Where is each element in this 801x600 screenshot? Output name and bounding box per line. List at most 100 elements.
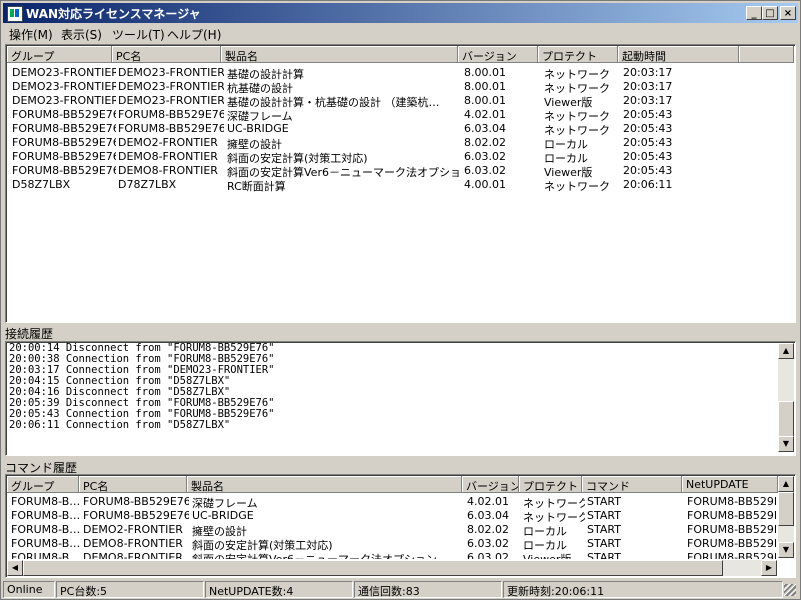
cell-start-time: 20:05:43 xyxy=(623,164,673,177)
cell-start-time: 20:06:11 xyxy=(623,178,673,191)
cell-group: FORUM8-BB529E76 xyxy=(12,108,116,121)
cmd-cell-group: FORUM8-B… xyxy=(11,551,81,559)
cell-version: 8.00.01 xyxy=(464,94,506,107)
table-row[interactable]: DEMO23-FRONTIER DEMO23-FRONTIER 基礎の設計計算 8.0… xyxy=(7,66,792,81)
cmd-cell-group: FORUM8-B… xyxy=(11,537,81,550)
cmd-scroll-up-arrow-icon[interactable]: ▲ xyxy=(778,476,794,492)
connection-log-scrollbar[interactable]: ▲ ▼ xyxy=(778,343,794,452)
cmd-cell-protect: Viewer版 xyxy=(523,551,585,559)
cell-start-time: 20:03:17 xyxy=(623,80,673,93)
app-icon[interactable] xyxy=(7,6,23,22)
table-row[interactable]: D58Z7LBX D78Z7LBX RC断面計算 4.00.01 ネットワーク 20:06… xyxy=(7,178,792,193)
menu-view[interactable]: 表示(S) xyxy=(61,26,102,43)
table-row[interactable]: FORUM8-BB529E76 FORUM8-BB529E76 深礎フレーム 4.02… xyxy=(7,108,792,123)
status-pc-count: PC台数:5 xyxy=(56,581,204,598)
cmd-cell-pc-name: DEMO2-FRONTIER xyxy=(83,523,183,536)
cmd-vscroll-thumb[interactable] xyxy=(778,492,794,526)
log-line: 20:06:11 Connection from "D58Z7LBX" xyxy=(9,419,231,431)
license-list-header: グループ PC名 製品名 バージョン プロテクト 起動時間 xyxy=(7,46,794,63)
cmd-cell-group: FORUM8-B… xyxy=(11,523,81,536)
command-list-vscrollbar[interactable]: ▲ ▼ xyxy=(778,476,794,558)
table-row[interactable]: FORUM8-BB529E76 FORUM8-BB529E76 UC-BRIDGE 6… xyxy=(7,122,792,137)
cmd-cell-version: 4.02.01 xyxy=(467,495,509,508)
maximize-button[interactable]: □ xyxy=(762,6,778,20)
cell-version: 6.03.02 xyxy=(464,164,506,177)
cell-start-time: 20:05:43 xyxy=(623,122,673,135)
cell-version: 6.03.04 xyxy=(464,122,506,135)
scroll-thumb[interactable] xyxy=(778,401,794,437)
cell-group: FORUM8-BB529E76 xyxy=(12,136,116,149)
col-group[interactable]: グループ xyxy=(7,46,112,63)
status-online: Online xyxy=(3,581,55,598)
table-row[interactable]: FORUM8-B… FORUM8-BB529E76 深礎フレーム 4.02.01 ネット… xyxy=(7,495,776,510)
command-history-list[interactable]: グループ PC名 製品名 バージョン プロテクト コマンド NetUPDATE … xyxy=(5,474,796,578)
cmd-cell-version: 6.03.02 xyxy=(467,551,509,559)
menu-help[interactable]: ヘルプ(H) xyxy=(167,26,221,43)
cell-group: DEMO23-FRONTIER xyxy=(12,80,116,93)
cell-version: 8.00.01 xyxy=(464,66,506,79)
status-update-time: 更新時刻:20:06:11 xyxy=(503,581,783,598)
cell-version: 8.00.01 xyxy=(464,80,506,93)
col-pc-name[interactable]: PC名 xyxy=(112,46,221,63)
menu-tools[interactable]: ツール(T) xyxy=(112,26,165,43)
cmd-scroll-right-arrow-icon[interactable]: ▶ xyxy=(761,560,777,576)
col-start-time[interactable]: 起動時間 xyxy=(618,46,739,63)
table-row[interactable]: FORUM8-B…DEMO8-FRONTIER 斜面の安定計算Ver6－ニューマー… xyxy=(7,551,776,559)
cell-pc-name: DEMO23-FRONTIER xyxy=(118,94,224,107)
license-list[interactable]: グループ PC名 製品名 バージョン プロテクト 起動時間 DEMO23-FRO… xyxy=(5,44,796,323)
cmd-hscroll-thumb[interactable] xyxy=(23,560,723,576)
resize-grip-icon[interactable] xyxy=(784,584,796,596)
command-list-hscrollbar[interactable]: ◀ ▶ xyxy=(7,560,777,576)
cmd-cell-version: 6.03.04 xyxy=(467,509,509,522)
col-protect[interactable]: プロテクト xyxy=(538,46,618,63)
cell-group: FORUM8-BB529E76 xyxy=(12,164,116,177)
status-comm-count: 通信回数:83 xyxy=(354,581,502,598)
table-row[interactable]: DEMO23-FRONTIER DEMO23-FRONTIER 杭基礎の設計 8.00… xyxy=(7,80,792,95)
table-row[interactable]: FORUM8-BB529E76 DEMO2-FRONTIER 擁壁の設計 8.02.0… xyxy=(7,136,792,151)
cmd-cell-pc-name: DEMO8-FRONTIER xyxy=(83,537,183,550)
cell-pc-name: DEMO23-FRONTIER xyxy=(118,66,224,79)
col-filler xyxy=(739,46,794,63)
cell-group: FORUM8-BB529E76 xyxy=(12,150,116,163)
cmd-cell-group: FORUM8-B… xyxy=(11,495,81,508)
scroll-up-arrow-icon[interactable]: ▲ xyxy=(778,343,794,359)
cell-group: D58Z7LBX xyxy=(12,178,71,191)
cmd-cell-command: START xyxy=(587,537,621,550)
close-button[interactable]: × xyxy=(780,6,796,20)
table-row[interactable]: FORUM8-B… DEMO2-FRONTIER 擁壁の設計 8.02.02 ローカル S… xyxy=(7,523,776,538)
col-product[interactable]: 製品名 xyxy=(221,46,458,63)
cell-start-time: 20:05:43 xyxy=(623,108,673,121)
menu-operation[interactable]: 操作(M) xyxy=(9,26,53,43)
cmd-cell-netupdate: FORUM8-BB529E76 xyxy=(687,551,776,559)
cmd-cell-command: START xyxy=(587,495,621,508)
cell-group: DEMO23-FRONTIER xyxy=(12,94,116,107)
cell-start-time: 20:05:43 xyxy=(623,136,673,149)
cell-product: UC-BRIDGE xyxy=(227,122,289,135)
cmd-cell-product: UC-BRIDGE xyxy=(192,509,254,522)
table-row[interactable]: FORUM8-BB529E76 DEMO8-FRONTIER 斜面の安定計算(対策工… xyxy=(7,150,792,165)
table-row[interactable]: FORUM8-B… DEMO8-FRONTIER 斜面の安定計算(対策工対応) 6.0… xyxy=(7,537,776,552)
app-window: WAN対応ライセンスマネージャ _ □ × 操作(M) 表示(S) ツール(T)… xyxy=(0,0,801,600)
cmd-cell-command: START xyxy=(587,523,621,536)
scroll-down-arrow-icon[interactable]: ▼ xyxy=(778,436,794,452)
connection-history-log[interactable]: 20:00:14 Disconnect from "FORUM8-BB529E7… xyxy=(5,341,796,456)
table-row[interactable]: FORUM8-BB529E76 DEMO8-FRONTIER 斜面の安定計算Ver6… xyxy=(7,164,792,179)
cell-version: 4.02.01 xyxy=(464,108,506,121)
cmd-cell-command: START xyxy=(587,509,621,522)
cell-start-time: 20:05:43 xyxy=(623,150,673,163)
minimize-button[interactable]: _ xyxy=(746,6,762,20)
cell-start-time: 20:03:17 xyxy=(623,66,673,79)
cmd-scroll-down-arrow-icon[interactable]: ▼ xyxy=(778,542,794,558)
cell-pc-name: DEMO8-FRONTIER xyxy=(118,150,218,163)
table-row[interactable]: DEMO23-FRONTIER DEMO23-FRONTIER 基礎の設計計算・杭基… xyxy=(7,94,792,109)
cmd-cell-version: 8.02.02 xyxy=(467,523,509,536)
col-version[interactable]: バージョン xyxy=(458,46,538,63)
cmd-scroll-left-arrow-icon[interactable]: ◀ xyxy=(7,560,23,576)
title-bar[interactable]: WAN対応ライセンスマネージャ _ □ × xyxy=(3,3,798,23)
cell-pc-name: DEMO8-FRONTIER xyxy=(118,164,218,177)
table-row[interactable]: FORUM8-B… FORUM8-BB529E76 UC-BRIDGE 6.03.04… xyxy=(7,509,776,524)
cell-pc-name: FORUM8-BB529E76 xyxy=(118,122,224,135)
cmd-cell-version: 6.03.02 xyxy=(467,537,509,550)
cell-pc-name: DEMO2-FRONTIER xyxy=(118,136,218,149)
cmd-cell-netupdate: FORUM8-BB529E76 xyxy=(687,537,776,550)
